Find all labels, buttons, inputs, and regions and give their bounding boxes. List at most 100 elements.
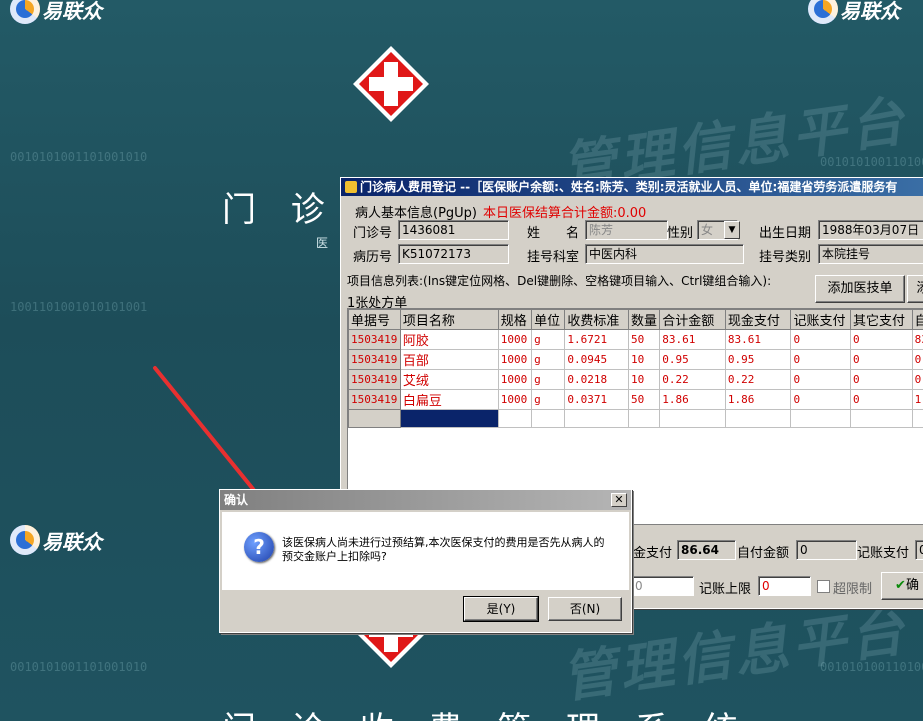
cell[interactable]: 0 — [850, 389, 913, 410]
cell[interactable]: 1000 — [497, 369, 533, 390]
cell[interactable]: 0.0371 — [564, 389, 629, 410]
cell[interactable]: 0.22 — [659, 369, 726, 390]
daily-total-label: 本日医保结算合计金额:0.00 — [483, 206, 647, 221]
cell[interactable]: 50 — [627, 389, 661, 410]
cell[interactable]: 83.61 — [724, 329, 792, 350]
cell[interactable]: g — [531, 389, 566, 410]
cell[interactable]: 1000 — [497, 329, 533, 350]
cell[interactable]: 1.86 — [724, 389, 792, 410]
cell[interactable] — [497, 409, 533, 428]
clinic-no-field[interactable]: 1436081 — [398, 220, 509, 240]
red-cross-icon — [353, 46, 429, 122]
record-no-field[interactable]: K51072173 — [398, 244, 509, 264]
cell[interactable]: 0.9 — [911, 349, 923, 370]
cell[interactable]: 83.6 — [911, 329, 923, 350]
name-field[interactable]: 陈芳 — [585, 220, 668, 240]
table-row[interactable]: 1503419 白扁豆 1000 g 0.0371 50 1.86 1.86 0… — [348, 389, 923, 410]
cell[interactable]: 50 — [627, 329, 661, 350]
cell[interactable]: 10 — [627, 349, 661, 370]
column-header[interactable]: 收费标准 — [564, 309, 629, 330]
cell[interactable]: 白扁豆 — [399, 389, 499, 410]
clinic-no-label: 门诊号 — [353, 226, 393, 241]
cell[interactable]: 0 — [790, 369, 852, 390]
cell[interactable]: 0 — [790, 389, 852, 410]
column-header[interactable]: 合计金额 — [659, 309, 726, 330]
table-row[interactable]: 1503419 百部 1000 g 0.0945 10 0.95 0.95 0 … — [348, 349, 923, 370]
cell[interactable]: 0.2 — [911, 369, 923, 390]
cell[interactable]: 1503419 — [348, 369, 401, 390]
next-button[interactable]: 添 — [907, 275, 923, 303]
cell[interactable]: 0.95 — [724, 349, 792, 370]
cell[interactable]: 1503419 — [348, 389, 401, 410]
chevron-down-icon[interactable]: ▼ — [724, 221, 740, 239]
cell[interactable]: 0.0945 — [564, 349, 629, 370]
column-header[interactable]: 数量 — [627, 309, 661, 330]
add-doctor-order-button[interactable]: 添加医技单 — [815, 275, 905, 303]
over-limit-checkbox[interactable] — [817, 580, 830, 593]
cell[interactable]: 1.8 — [911, 389, 923, 410]
left-amount-field[interactable]: 0 — [631, 576, 694, 596]
brand-logo: 易联众 — [10, 525, 102, 555]
cell[interactable]: 1503419 — [348, 349, 401, 370]
cash-field[interactable]: 86.64 — [677, 540, 736, 560]
no-button[interactable]: 否(N) — [548, 597, 622, 621]
selected-cell[interactable] — [399, 409, 499, 428]
cell[interactable]: 83.61 — [659, 329, 726, 350]
app-icon — [345, 181, 357, 193]
cell[interactable] — [850, 409, 913, 428]
cell[interactable]: 0 — [790, 329, 852, 350]
column-header[interactable]: 规格 — [497, 309, 533, 330]
cell[interactable] — [348, 409, 401, 428]
confirm-button[interactable]: ✔确 — [881, 572, 923, 600]
cell[interactable]: 百部 — [399, 349, 499, 370]
cell[interactable]: g — [531, 329, 566, 350]
cell[interactable] — [724, 409, 792, 428]
name-label: 姓 名 — [527, 226, 580, 241]
dialog-titlebar[interactable]: 确认 — [220, 490, 631, 510]
cell[interactable]: 1.86 — [659, 389, 726, 410]
cell[interactable]: 1.6721 — [564, 329, 629, 350]
cell[interactable]: g — [531, 369, 566, 390]
reg-type-field[interactable]: 本院挂号 — [818, 244, 923, 264]
cell[interactable]: 0 — [850, 329, 913, 350]
account-field[interactable]: 0 — [915, 540, 923, 560]
table-row[interactable]: 1503419 阿胶 1000 g 1.6721 50 83.61 83.61 … — [348, 329, 923, 350]
cell[interactable]: 0.0218 — [564, 369, 629, 390]
cell[interactable] — [627, 409, 661, 428]
cell[interactable]: g — [531, 349, 566, 370]
window-titlebar[interactable]: 门诊病人费用登记 --［医保账户余额:、姓名:陈芳、类别:灵活就业人员、单位:福… — [341, 178, 923, 196]
cell[interactable]: 0 — [790, 349, 852, 370]
cell[interactable]: 阿胶 — [399, 329, 499, 350]
column-header[interactable]: 自费 — [911, 309, 923, 330]
cell[interactable] — [911, 409, 923, 428]
dept-field[interactable]: 中医内科 — [585, 244, 744, 264]
cell[interactable]: 0.22 — [724, 369, 792, 390]
cell[interactable]: 艾绒 — [399, 369, 499, 390]
cell[interactable] — [564, 409, 629, 428]
binary-decoration: 1001101001010101001 — [10, 300, 148, 314]
column-header[interactable]: 其它支付 — [850, 309, 913, 330]
binary-decoration: 0010101001101001010 — [10, 150, 148, 164]
column-header[interactable]: 单据号 — [348, 309, 401, 330]
cell[interactable]: 0 — [850, 349, 913, 370]
birth-field[interactable]: 1988年03月07日 — [818, 220, 923, 240]
cell[interactable]: 1503419 — [348, 329, 401, 350]
cell[interactable] — [790, 409, 852, 428]
cell[interactable]: 10 — [627, 369, 661, 390]
table-row[interactable]: 1503419 艾绒 1000 g 0.0218 10 0.22 0.22 0 … — [348, 369, 923, 390]
close-icon[interactable]: ✕ — [611, 493, 627, 507]
cell[interactable]: 1000 — [497, 389, 533, 410]
column-header[interactable]: 记账支付 — [790, 309, 852, 330]
cell[interactable]: 0.95 — [659, 349, 726, 370]
account-limit-field[interactable]: 0 — [758, 576, 811, 596]
cell[interactable]: 1000 — [497, 349, 533, 370]
cell[interactable] — [531, 409, 566, 428]
column-header[interactable]: 现金支付 — [724, 309, 792, 330]
cell[interactable]: 0 — [850, 369, 913, 390]
table-row-empty[interactable] — [348, 409, 923, 428]
column-header[interactable]: 项目名称 — [399, 309, 499, 330]
cell[interactable] — [659, 409, 726, 428]
column-header[interactable]: 单位 — [531, 309, 566, 330]
yes-button[interactable]: 是(Y) — [463, 596, 539, 622]
self-pay-field[interactable]: 0 — [796, 540, 857, 560]
